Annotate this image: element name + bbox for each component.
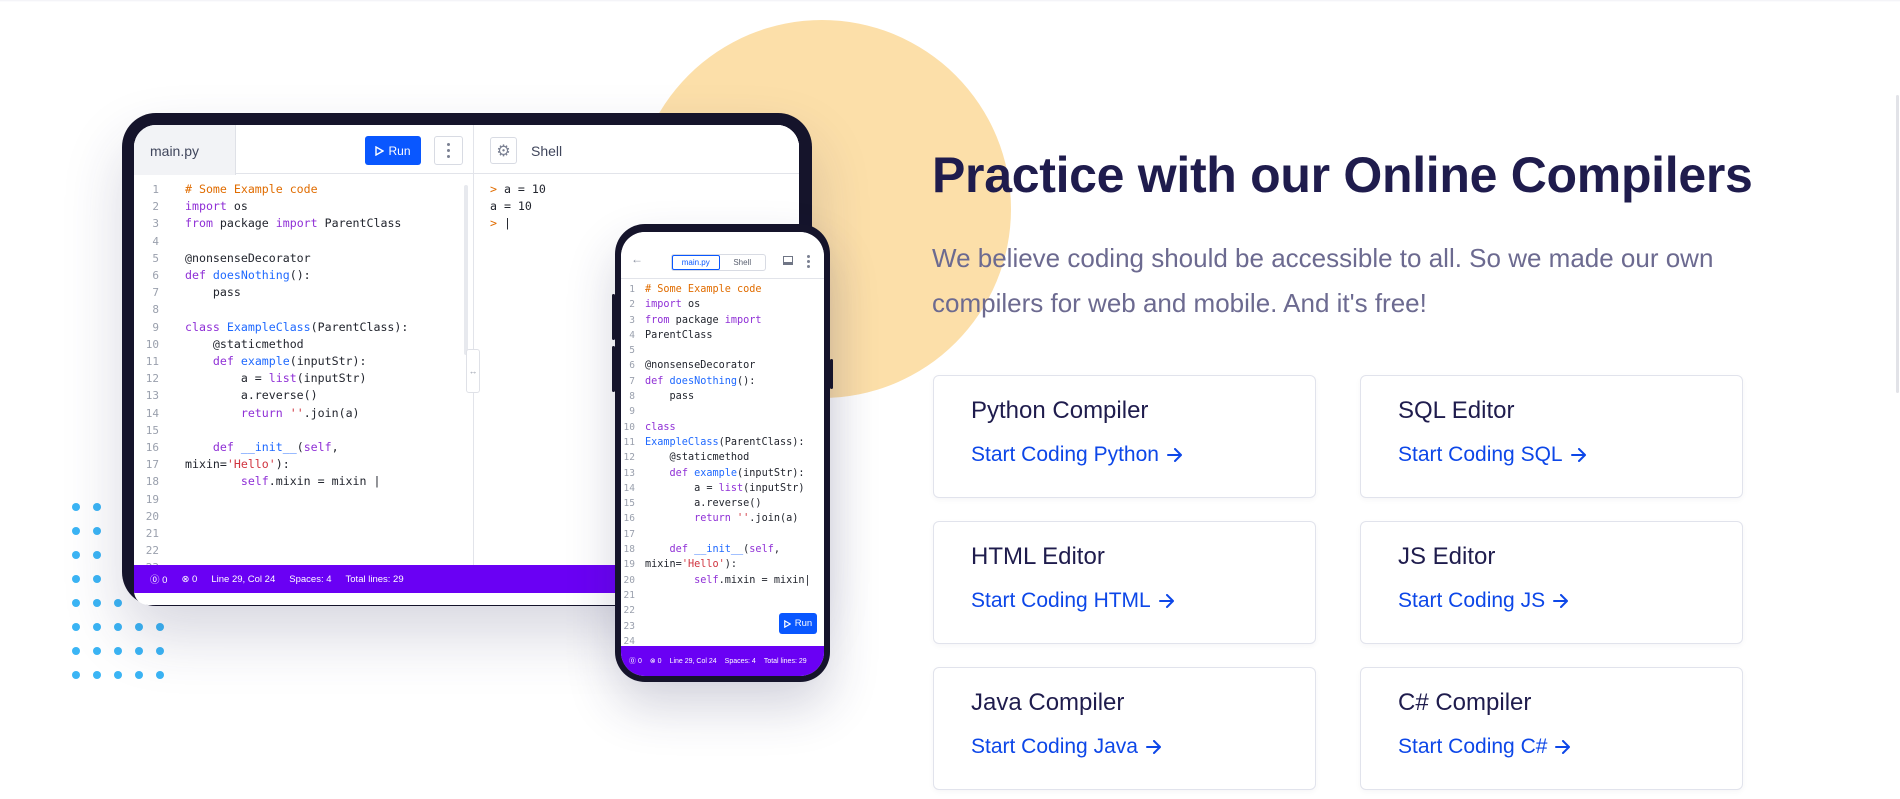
decorative-dot <box>72 671 80 679</box>
phone-code-editor[interactable]: # Some Example code import os from packa… <box>645 282 811 588</box>
top-divider <box>0 0 1900 2</box>
phone-tab-shell[interactable]: Shell <box>720 255 766 270</box>
phone-tabs: main.py Shell <box>671 254 766 271</box>
decorative-dot <box>135 647 143 655</box>
decorative-dot <box>135 623 143 631</box>
play-icon <box>375 145 385 156</box>
decorative-dot <box>114 647 122 655</box>
error-icon: ⓪ 0 <box>629 658 642 665</box>
compiler-card[interactable]: JS Editor Start Coding JS <box>1360 521 1743 644</box>
decorative-dot <box>93 599 101 607</box>
compiler-card-title: C# Compiler <box>1398 689 1532 716</box>
start-coding-link[interactable]: Start Coding JS <box>1398 589 1569 613</box>
page-scrollbar[interactable] <box>1896 95 1899 393</box>
code-editor[interactable]: # Some Example code import os from packa… <box>185 181 408 491</box>
phone-toolbar: ← main.py Shell <box>621 232 824 279</box>
decorative-dot <box>72 647 80 655</box>
tab-main-py[interactable]: main.py <box>134 125 236 175</box>
decorative-dot <box>93 671 101 679</box>
decorative-dot <box>156 647 164 655</box>
back-arrow-icon[interactable]: ← <box>631 252 643 266</box>
decorative-dot <box>72 551 80 559</box>
section-description: We believe coding should be accessible t… <box>932 243 1714 318</box>
phone-run-button[interactable]: Run <box>779 613 817 634</box>
compiler-card-title: HTML Editor <box>971 543 1105 570</box>
decorative-dot <box>93 527 101 535</box>
arrow-right-icon <box>1166 448 1182 462</box>
play-icon <box>783 619 791 628</box>
editor-scrollbar[interactable] <box>464 185 468 355</box>
phone-total-lines: Total lines: 29 <box>763 657 807 665</box>
compiler-card-title: Java Compiler <box>971 689 1125 716</box>
gear-icon[interactable]: ⚙ <box>490 137 517 164</box>
compiler-card[interactable]: C# Compiler Start Coding C# <box>1360 667 1743 790</box>
arrow-right-icon <box>1570 448 1586 462</box>
cursor-position: Line 29, Col 24 <box>211 573 276 585</box>
arrow-right-icon <box>1158 594 1174 608</box>
decorative-dot <box>72 503 80 511</box>
shell-tab-label[interactable]: Shell <box>531 143 562 159</box>
phone-mockup: ← main.py Shell 1 2 3 4 5 6 7 8 9 10 11 … <box>612 224 833 682</box>
decorative-dot <box>72 527 80 535</box>
spaces-indicator: Spaces: 4 <box>289 573 332 585</box>
arrow-right-icon <box>1553 594 1569 608</box>
compiler-card-title: SQL Editor <box>1398 397 1515 424</box>
decorative-dot <box>114 599 122 607</box>
decorative-dot <box>93 647 101 655</box>
decorative-dot <box>156 671 164 679</box>
decorative-dot <box>114 671 122 679</box>
decorative-dot <box>72 623 80 631</box>
start-coding-link[interactable]: Start Coding C# <box>1398 735 1571 759</box>
run-button[interactable]: Run <box>365 136 421 165</box>
compiler-card[interactable]: Python Compiler Start Coding Python <box>933 375 1316 498</box>
decorative-dot <box>114 623 122 631</box>
compiler-card[interactable]: Java Compiler Start Coding Java <box>933 667 1316 790</box>
decorative-dot <box>72 575 80 583</box>
start-coding-link[interactable]: Start Coding Python <box>971 443 1183 467</box>
decorative-dot <box>135 671 143 679</box>
section-title: Practice with our Online Compilers <box>932 147 1753 203</box>
arrow-right-icon <box>1555 740 1571 754</box>
decorative-dot <box>93 503 101 511</box>
phone-cursor-position: Line 29, Col 24 <box>669 657 717 665</box>
phone-status-bar: ⓪ 0 ⊗ 0 Line 29, Col 24 Spaces: 4 Total … <box>621 646 824 676</box>
decorative-dot <box>72 599 80 607</box>
compiler-card-title: JS Editor <box>1398 543 1496 570</box>
start-coding-link[interactable]: Start Coding SQL <box>1398 443 1587 467</box>
kebab-icon[interactable] <box>434 136 463 165</box>
decorative-dot <box>93 551 101 559</box>
run-button-label: Run <box>388 143 411 158</box>
start-coding-link[interactable]: Start Coding Java <box>971 735 1162 759</box>
phone-line-numbers: 1 2 3 4 5 6 7 8 9 10 11 12 13 14 15 16 1… <box>623 284 635 647</box>
splitter-handle-icon[interactable]: ↔ <box>466 349 480 393</box>
compiler-card[interactable]: HTML Editor Start Coding HTML <box>933 521 1316 644</box>
warning-icon: ⊗ 0 <box>181 573 198 585</box>
compiler-card-title: Python Compiler <box>971 397 1149 424</box>
phone-tab-main[interactable]: main.py <box>672 255 720 270</box>
shell-output[interactable]: > a = 10 a = 10 > | <box>490 181 546 233</box>
decorative-dot <box>156 623 164 631</box>
shell-header: ⚙ Shell <box>474 125 799 174</box>
error-icon: ⓪ 0 <box>150 575 168 586</box>
layout-icon[interactable] <box>783 256 793 265</box>
arrow-right-icon <box>1145 740 1161 754</box>
compiler-card[interactable]: SQL Editor Start Coding SQL <box>1360 375 1743 498</box>
warning-icon: ⊗ 0 <box>649 658 662 665</box>
phone-spaces: Spaces: 4 <box>724 657 756 665</box>
phone-screen: ← main.py Shell 1 2 3 4 5 6 7 8 9 10 11 … <box>621 232 824 676</box>
start-coding-link[interactable]: Start Coding HTML <box>971 589 1175 613</box>
decorative-dot <box>93 623 101 631</box>
phone-kebab-icon[interactable] <box>804 253 812 269</box>
line-numbers: 1 2 3 4 5 6 7 8 9 10 11 12 13 14 15 16 1… <box>145 183 159 574</box>
total-lines: Total lines: 29 <box>345 573 404 585</box>
decorative-dot <box>93 575 101 583</box>
phone-run-label: Run <box>794 618 813 629</box>
